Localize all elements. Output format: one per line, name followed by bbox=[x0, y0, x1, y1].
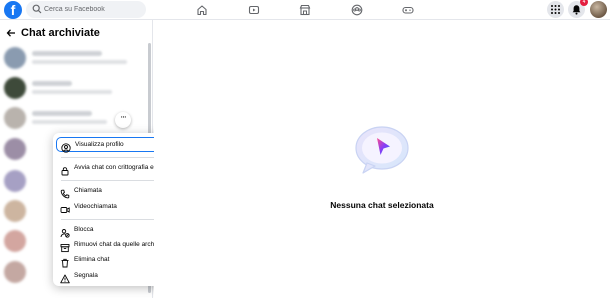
avatar bbox=[4, 230, 26, 252]
watch-icon[interactable] bbox=[248, 3, 260, 15]
gaming-icon[interactable] bbox=[402, 3, 414, 15]
account-avatar[interactable] bbox=[590, 1, 607, 18]
menu-item-label: Elimina chat bbox=[74, 256, 110, 263]
top-navigation-bar: f 4 bbox=[0, 0, 610, 20]
conversation-pane: Nessuna chat selezionata bbox=[154, 20, 610, 298]
blurred-chat-name bbox=[32, 51, 102, 56]
blurred-chat-name bbox=[32, 111, 92, 116]
avatar bbox=[4, 77, 26, 99]
menu-item-label: Blocca bbox=[74, 226, 94, 233]
chat-list-item[interactable] bbox=[4, 47, 144, 73]
avatar bbox=[4, 47, 26, 69]
grid-icon bbox=[551, 5, 560, 14]
bell-icon bbox=[572, 5, 581, 15]
profile-icon bbox=[61, 140, 71, 153]
chat-list-item[interactable] bbox=[4, 77, 144, 103]
groups-icon[interactable] bbox=[351, 3, 363, 16]
page-title: Chat archiviate bbox=[21, 27, 100, 39]
avatar bbox=[4, 170, 26, 192]
menu-item-label: Videochiamata bbox=[74, 203, 117, 210]
blurred-chat-preview bbox=[32, 120, 107, 124]
block-user-icon bbox=[60, 225, 70, 238]
blurred-chat-preview bbox=[32, 90, 112, 94]
avatar bbox=[4, 107, 26, 129]
trash-icon bbox=[60, 255, 70, 268]
video-camera-icon bbox=[60, 202, 70, 213]
back-arrow-icon[interactable] bbox=[6, 28, 16, 38]
notification-badge: 4 bbox=[580, 0, 588, 6]
search-box[interactable] bbox=[26, 1, 146, 18]
archive-icon bbox=[60, 240, 70, 253]
search-icon bbox=[32, 4, 42, 14]
avatar bbox=[4, 138, 26, 160]
empty-state-message: Nessuna chat selezionata bbox=[330, 200, 434, 210]
menu-item-label: Segnala bbox=[74, 272, 98, 279]
blurred-chat-name bbox=[32, 81, 72, 86]
chat-bubble-cursor-icon bbox=[355, 126, 409, 174]
home-icon[interactable] bbox=[196, 3, 208, 16]
warning-icon bbox=[60, 271, 70, 284]
blurred-chat-preview bbox=[32, 60, 127, 64]
menu-item-label: Chiamata bbox=[74, 187, 102, 194]
marketplace-icon[interactable] bbox=[299, 3, 311, 16]
more-dots-icon: ··· bbox=[120, 113, 127, 123]
menu-grid-button[interactable] bbox=[547, 1, 564, 18]
avatar bbox=[4, 261, 26, 283]
more-options-button[interactable]: ··· bbox=[115, 112, 131, 128]
menu-item-label: Visualizza profilo bbox=[75, 141, 124, 148]
avatar bbox=[4, 200, 26, 222]
facebook-logo[interactable]: f bbox=[4, 1, 22, 19]
lock-icon bbox=[60, 163, 70, 176]
phone-icon bbox=[60, 186, 70, 199]
search-input[interactable] bbox=[44, 3, 142, 16]
